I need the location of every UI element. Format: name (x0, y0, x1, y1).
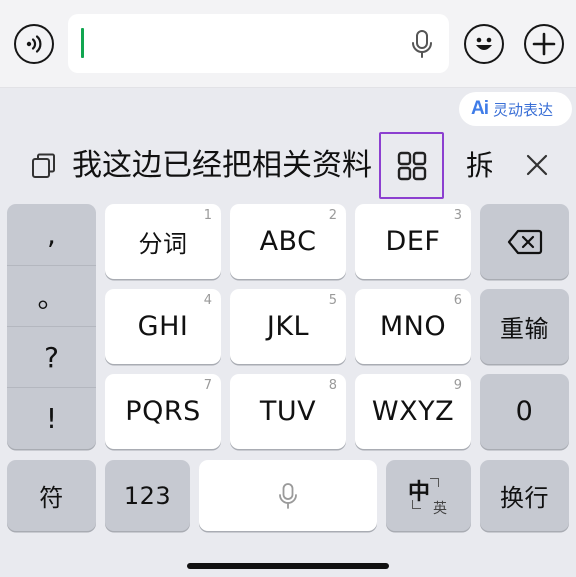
punctuation-column: , 。 ? ! (7, 204, 96, 449)
key-number: 1 (203, 208, 212, 223)
home-indicator[interactable] (187, 563, 389, 569)
message-input-bar (0, 0, 576, 88)
voice-input-button[interactable] (14, 24, 54, 64)
message-text-field[interactable] (68, 14, 449, 73)
expand-candidates-button[interactable] (379, 132, 444, 199)
key-2-abc[interactable]: ABC 2 (230, 204, 346, 279)
punct-key-question[interactable]: ? (7, 326, 96, 387)
key-label: ABC (259, 226, 317, 257)
plus-icon (532, 32, 556, 56)
key-9-wxyz[interactable]: WXYZ 9 (355, 374, 471, 449)
punct-key-exclamation[interactable]: ! (7, 387, 96, 448)
key-number: 5 (328, 293, 337, 308)
numbers-key[interactable]: 123 (105, 460, 190, 531)
language-switch-key[interactable]: 中 英 (386, 460, 471, 531)
reenter-key[interactable]: 重输 (480, 289, 569, 364)
key-number: 8 (328, 378, 337, 393)
lang-alt-label: 英 (433, 501, 447, 517)
lang-bracket-decoration (412, 500, 421, 509)
key-8-tuv[interactable]: TUV 8 (230, 374, 346, 449)
close-icon[interactable] (524, 152, 550, 178)
zero-key[interactable]: 0 (480, 374, 569, 449)
candidate-text[interactable]: 我这边已经把相关资料 (72, 146, 382, 186)
key-number: 3 (453, 208, 462, 223)
key-number: 2 (328, 208, 337, 223)
key-label: 换行 (500, 484, 549, 512)
key-label: 0 (515, 396, 534, 427)
key-label: 符 (39, 484, 64, 512)
text-caret (81, 28, 84, 58)
punct-key-period[interactable]: 。 (7, 265, 96, 326)
punct-key-comma[interactable]: , (7, 204, 96, 265)
split-button[interactable]: 拆 (466, 146, 492, 186)
key-1-segment[interactable]: 分词 1 (105, 204, 221, 279)
newline-key[interactable]: 换行 (480, 460, 569, 531)
key-number: 7 (203, 378, 212, 393)
key-number: 9 (453, 378, 462, 393)
ai-expression-button[interactable]: Ai 灵动表达 (459, 92, 572, 126)
key-label: JKL (266, 311, 310, 342)
key-label: MNO (379, 311, 447, 342)
key-4-ghi[interactable]: GHI 4 (105, 289, 221, 364)
key-label: TUV (259, 396, 317, 427)
key-number: 4 (203, 293, 212, 308)
copy-icon[interactable] (30, 152, 58, 180)
key-6-mno[interactable]: MNO 6 (355, 289, 471, 364)
lang-bracket-decoration (430, 478, 439, 487)
smiley-icon (476, 37, 492, 50)
key-7-pqrs[interactable]: PQRS 7 (105, 374, 221, 449)
key-label: GHI (137, 311, 189, 342)
microphone-icon[interactable] (411, 29, 433, 59)
key-label: 分词 (138, 230, 188, 258)
key-label: DEF (385, 226, 441, 257)
backspace-icon (507, 229, 542, 254)
key-label: 重输 (500, 315, 549, 343)
microphone-icon (279, 482, 297, 509)
voice-wave-icon (26, 35, 42, 53)
add-button[interactable] (524, 24, 564, 64)
key-3-def[interactable]: DEF 3 (355, 204, 471, 279)
ai-logo-icon: Ai (471, 98, 489, 119)
key-label: 123 (123, 481, 172, 510)
space-key[interactable] (199, 460, 377, 531)
emoji-button[interactable] (464, 24, 504, 64)
grid-icon (397, 151, 426, 180)
symbols-key[interactable]: 符 (7, 460, 96, 531)
key-number: 6 (453, 293, 462, 308)
ai-expression-label: 灵动表达 (493, 100, 554, 119)
key-label: WXYZ (371, 396, 455, 427)
backspace-key[interactable] (480, 204, 569, 279)
key-label: PQRS (125, 396, 201, 427)
candidate-bar: 我这边已经把相关资料 拆 (0, 132, 576, 200)
key-5-jkl[interactable]: JKL 5 (230, 289, 346, 364)
